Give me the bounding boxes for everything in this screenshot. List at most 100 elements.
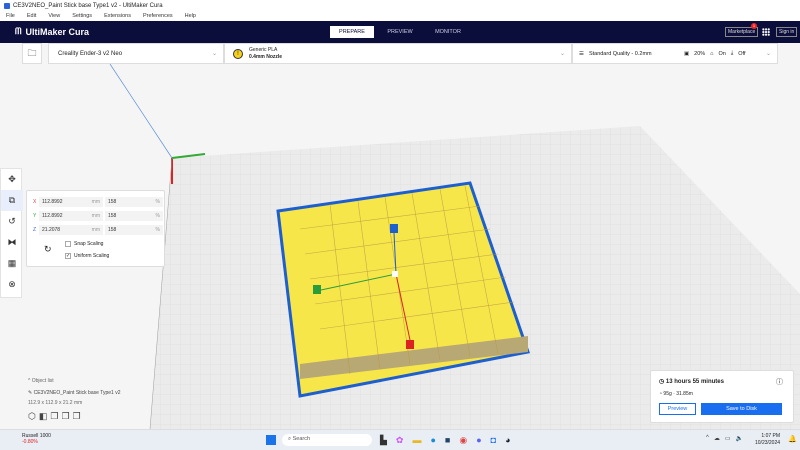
tab-preview[interactable]: PREVIEW xyxy=(378,26,422,38)
view-left-icon[interactable]: ❐ xyxy=(61,411,69,422)
marketplace-badge: 1 xyxy=(751,23,757,29)
z-mm-input[interactable]: 21.2078 mm xyxy=(39,225,103,235)
material-selector[interactable]: ! Generic PLA 0.4mm Nozzle ⌄ xyxy=(224,43,572,64)
chevron-down-icon: ⌄ xyxy=(559,51,565,57)
cura-icon[interactable]: ◘ xyxy=(491,435,496,446)
print-settings-selector[interactable]: ☰ Standard Quality - 0.2mm ▣ 20% ⌂ On ⤓ Off ⌄ xyxy=(572,43,778,64)
notification-bell-icon[interactable]: 🔔 xyxy=(788,435,797,443)
infill-value: 20% xyxy=(694,50,706,57)
tab-prepare[interactable]: PREPARE xyxy=(330,26,374,38)
search-box[interactable]: ⌕ Search xyxy=(282,434,372,446)
apps-grid-icon[interactable] xyxy=(762,28,770,36)
app-icon xyxy=(4,2,10,9)
move-tool[interactable]: ✥ xyxy=(1,169,23,190)
material-usage: 95g · 31.85m xyxy=(663,391,693,397)
checkmark-icon: ✓ xyxy=(65,253,71,259)
print-time: 13 hours 55 minutes xyxy=(665,379,724,385)
chevron-up-icon[interactable]: ^ xyxy=(706,435,709,442)
checkbox-unchecked xyxy=(65,241,71,247)
adhesion-icon: ⤓ xyxy=(730,50,734,56)
copilot-icon[interactable]: ✿ xyxy=(396,435,404,446)
handle-z[interactable] xyxy=(406,340,414,349)
sign-in-button[interactable]: Sign in xyxy=(776,27,798,37)
logo-icon: ᗰ xyxy=(15,26,22,36)
z-pct-value: 158 xyxy=(108,227,117,233)
search-icon: ⌕ xyxy=(288,436,292,442)
view-front-icon[interactable]: ◧ xyxy=(39,411,48,422)
menu-help[interactable]: Help xyxy=(185,13,196,19)
display-icon[interactable]: ▭ xyxy=(725,435,731,442)
task-view-icon[interactable]: ▙ xyxy=(380,435,387,446)
per-model-settings-tool[interactable]: ▦ xyxy=(1,253,23,274)
object-name: CE3V2NEO_Paint Stick base Type1 v2 xyxy=(33,390,121,396)
nozzle-size: 0.4mm Nozzle xyxy=(249,53,283,60)
print-result-panel: ◷ 13 hours 55 minutes ⓘ ◔ 95g · 31.85m P… xyxy=(650,370,794,423)
material-name: Generic PLA xyxy=(249,46,278,53)
logo: ᗰ UltiMaker Cura xyxy=(15,26,89,37)
y-mm-input[interactable]: 112.8992 mm xyxy=(39,211,103,221)
view-3d-icon[interactable]: ⬡ xyxy=(28,411,36,422)
clock[interactable]: 1:07 PM 10/23/2024 xyxy=(755,433,780,447)
menu-settings[interactable]: Settings xyxy=(72,13,92,19)
info-icon[interactable]: ⓘ xyxy=(776,377,783,387)
object-list: ^ Object list ✎ CE3V2NEO_Paint Stick bas… xyxy=(28,378,121,422)
menu-preferences[interactable]: Preferences xyxy=(143,13,173,19)
x-mm-value: 112.8992 xyxy=(42,199,63,205)
object-list-toggle[interactable]: ^ Object list xyxy=(28,378,121,384)
stock-widget[interactable]: Russell 1000 -0.80% xyxy=(8,433,51,445)
z-unit: mm xyxy=(91,227,100,233)
y-pct-unit: % xyxy=(155,213,160,219)
search-placeholder: Search xyxy=(292,436,311,442)
chevron-down-icon: ⌄ xyxy=(211,51,217,57)
x-mm-input[interactable]: 112.8992 mm xyxy=(39,197,103,207)
printer-selector[interactable]: Creality Ender-3 v2 Neo ⌄ xyxy=(48,43,224,64)
handle-x[interactable] xyxy=(313,285,321,294)
menu-edit[interactable]: Edit xyxy=(27,13,36,19)
view-top-icon[interactable]: ❐ xyxy=(50,411,58,422)
store-icon[interactable]: ■ xyxy=(445,435,450,446)
object-item[interactable]: ✎ CE3V2NEO_Paint Stick base Type1 v2 xyxy=(28,390,121,396)
handle-y[interactable] xyxy=(390,224,398,233)
start-button[interactable] xyxy=(266,435,276,445)
edge-icon[interactable]: ● xyxy=(430,435,435,446)
z-percent-input[interactable]: 158% xyxy=(105,225,163,235)
uniform-scaling-checkbox[interactable]: ✓ Uniform Scaling xyxy=(65,253,109,259)
discord-icon[interactable]: ● xyxy=(476,435,481,446)
clock-date: 10/23/2024 xyxy=(755,440,781,446)
z-pct-unit: % xyxy=(155,227,160,233)
taskbar: Russell 1000 -0.80% ⌕ Search ▙ ✿ ▬ ● ■ ◉ ● ◘ ◕ ^ ☁… xyxy=(0,429,800,450)
file-explorer-icon[interactable]: ▬ xyxy=(412,435,421,446)
rotate-tool[interactable]: ↺ xyxy=(1,211,23,232)
save-to-disk-button[interactable]: Save to Disk xyxy=(701,403,782,415)
y-pct-value: 158 xyxy=(108,213,117,219)
adhesion-value: Off xyxy=(738,50,746,57)
logo-text: UltiMaker Cura xyxy=(25,26,90,37)
steam-icon[interactable]: ◕ xyxy=(505,435,510,446)
quality-profile: Standard Quality - 0.2mm xyxy=(588,50,652,57)
y-percent-input[interactable]: 158% xyxy=(105,211,163,221)
menu-file[interactable]: File xyxy=(6,13,15,19)
preview-button[interactable]: Preview xyxy=(659,403,696,415)
view-right-icon[interactable]: ❐ xyxy=(73,411,81,422)
menu-extensions[interactable]: Extensions xyxy=(104,13,131,19)
volume-icon[interactable]: 🔈 xyxy=(736,435,743,442)
support-blocker-tool[interactable]: ⊗ xyxy=(1,274,23,295)
onedrive-icon[interactable]: ☁ xyxy=(714,435,720,442)
chevron-down-icon: ⌄ xyxy=(765,51,771,57)
app-header: ᗰ UltiMaker Cura PREPARE PREVIEW MONITOR … xyxy=(0,21,800,43)
object-list-header: Object list xyxy=(31,378,54,384)
snap-scaling-checkbox[interactable]: Snap Scaling xyxy=(65,241,103,247)
sliders-icon: ☰ xyxy=(579,50,584,57)
chrome-icon[interactable]: ◉ xyxy=(459,435,467,446)
x-percent-input[interactable]: 158% xyxy=(105,197,163,207)
x-pct-unit: % xyxy=(155,199,160,205)
infill-icon: ▣ xyxy=(683,50,690,57)
scale-panel: X 112.8992 mm 158% Y 112.8992 mm 158% Z 21.2078… xyxy=(26,190,165,267)
mirror-tool[interactable]: ⧓ xyxy=(1,232,23,253)
stock-change: -0.80% xyxy=(22,439,38,445)
scale-tool[interactable]: ⧉ xyxy=(1,190,23,211)
menu-view[interactable]: View xyxy=(48,13,60,19)
reset-scale-icon[interactable]: ↻ xyxy=(44,244,52,255)
tab-monitor[interactable]: MONITOR xyxy=(426,26,470,38)
open-file-button[interactable]: 🗀 xyxy=(22,43,42,64)
